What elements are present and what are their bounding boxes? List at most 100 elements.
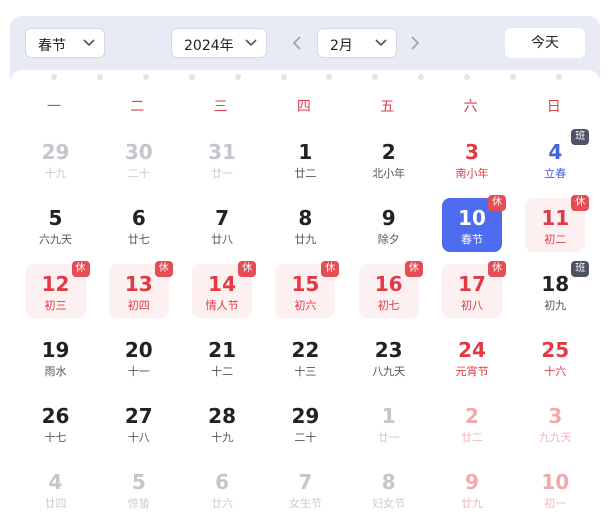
day-cell[interactable]: 31 廿一 xyxy=(192,132,252,186)
lunar-label: 廿一 xyxy=(211,167,234,180)
day-cell[interactable]: 21 十二 xyxy=(192,330,252,384)
binding-ring xyxy=(234,74,241,80)
weekday-label: 三 xyxy=(213,99,228,115)
chevron-down-icon xyxy=(83,39,95,47)
weekday-label: 二 xyxy=(130,99,145,115)
lunar-label: 元宵节 xyxy=(455,365,489,378)
lunar-label: 廿二 xyxy=(294,167,317,180)
day-number: 24 xyxy=(458,338,486,362)
day-cell[interactable]: 18 初九班 xyxy=(525,261,590,318)
lunar-label: 廿二 xyxy=(461,431,483,444)
day-number: 21 xyxy=(208,338,237,362)
day-number: 28 xyxy=(208,404,237,428)
day-cell[interactable]: 7 廿八 xyxy=(192,198,252,252)
day-number: 30 xyxy=(124,140,153,164)
day-number: 7 xyxy=(215,206,230,230)
lunar-label: 春节 xyxy=(461,233,483,246)
lunar-label: 十八 xyxy=(127,431,150,444)
day-cell[interactable]: 24 元宵节 xyxy=(442,330,502,384)
binding-ring xyxy=(96,74,103,80)
lunar-label: 初二 xyxy=(544,233,567,246)
binding-ring xyxy=(326,74,333,80)
day-cell[interactable]: 10 初一 xyxy=(525,462,585,516)
day-number: 8 xyxy=(381,470,396,494)
day-cell[interactable]: 26 十七 xyxy=(26,396,86,450)
rest-day-badge: 休 xyxy=(488,261,506,277)
lunar-label: 初九 xyxy=(544,299,567,312)
day-cell[interactable]: 10 春节休 xyxy=(442,195,506,252)
day-cell[interactable]: 6 廿六 xyxy=(192,462,252,516)
day-cell[interactable]: 9 除夕 xyxy=(359,198,419,252)
weekday-label: 六 xyxy=(463,99,478,115)
day-cell[interactable]: 9 廿九 xyxy=(442,462,502,516)
day-number: 7 xyxy=(298,470,313,494)
lunar-label: 女生节 xyxy=(288,497,322,510)
day-cell[interactable]: 25 十六 xyxy=(525,330,585,384)
day-cell[interactable]: 4 廿四 xyxy=(26,462,86,516)
day-cell[interactable]: 8 妇女节 xyxy=(359,462,419,516)
day-cell[interactable]: 16 初七休 xyxy=(358,261,423,318)
day-cell[interactable]: 20 十一 xyxy=(109,330,169,384)
calendar-toolbar: 春节 2024年 2月 今天 xyxy=(10,16,600,70)
day-cell[interactable]: 13 初四休 xyxy=(108,261,173,318)
binding-ring xyxy=(510,74,516,80)
next-month-icon[interactable] xyxy=(407,34,423,52)
day-cell[interactable]: 7 女生节 xyxy=(275,462,335,516)
day-cell[interactable]: 1 廿二 xyxy=(275,132,335,186)
day-cell[interactable]: 5 惊蛰 xyxy=(109,462,169,516)
today-button[interactable]: 今天 xyxy=(505,28,585,58)
day-cell[interactable]: 17 初八休 xyxy=(442,261,506,318)
day-cell[interactable]: 15 初六休 xyxy=(275,261,340,318)
day-cell[interactable]: 22 十三 xyxy=(275,330,335,384)
lunar-label: 初三 xyxy=(44,299,67,312)
holiday-select[interactable]: 春节 xyxy=(25,28,105,58)
binding-ring xyxy=(142,74,149,80)
day-cell[interactable]: 2 北小年 xyxy=(359,132,419,186)
lunar-label: 十二 xyxy=(211,365,234,378)
day-cell[interactable]: 5 六九天 xyxy=(26,198,86,252)
lunar-label: 廿六 xyxy=(211,497,234,510)
day-cell[interactable]: 1 廿一 xyxy=(359,396,419,450)
rest-day-badge: 休 xyxy=(238,261,257,277)
day-cell[interactable]: 4 立春班 xyxy=(525,129,590,186)
day-number: 9 xyxy=(381,206,396,230)
day-number: 10 xyxy=(541,470,570,494)
lunar-label: 八九天 xyxy=(372,365,406,378)
day-cell[interactable]: 29 二十 xyxy=(275,396,335,450)
weekday-label: 五 xyxy=(380,99,395,115)
day-cell[interactable]: 14 情人节休 xyxy=(192,261,257,318)
day-cell[interactable]: 27 十八 xyxy=(109,396,169,450)
weekday-label: 一 xyxy=(47,99,61,115)
day-cell[interactable]: 6 廿七 xyxy=(109,198,169,252)
year-select[interactable]: 2024年 xyxy=(171,28,267,58)
day-number: 29 xyxy=(291,404,320,428)
day-cell[interactable]: 11 初二休 xyxy=(525,195,590,252)
rest-day-badge: 休 xyxy=(488,195,506,211)
holiday-select-value: 春节 xyxy=(38,38,66,54)
day-number: 2 xyxy=(381,140,396,164)
day-cell[interactable]: 28 十九 xyxy=(192,396,252,450)
day-cell[interactable]: 19 雨水 xyxy=(26,330,86,384)
day-number: 22 xyxy=(291,338,320,362)
month-select[interactable]: 2月 xyxy=(317,28,397,58)
lunar-label: 十三 xyxy=(294,365,317,378)
day-cell[interactable]: 2 廿二 xyxy=(442,396,502,450)
day-cell[interactable]: 23 八九天 xyxy=(359,330,419,384)
day-cell[interactable]: 3 南小年 xyxy=(442,132,502,186)
binding-ring xyxy=(418,74,425,80)
lunar-label: 廿九 xyxy=(461,497,483,510)
day-number: 27 xyxy=(124,404,153,428)
day-cell[interactable]: 30 二十 xyxy=(109,132,169,186)
day-cell[interactable]: 8 廿九 xyxy=(275,198,335,252)
prev-month-icon[interactable] xyxy=(289,34,305,52)
day-number: 25 xyxy=(541,338,570,362)
lunar-label: 二十 xyxy=(127,167,150,180)
day-cell[interactable]: 3 九九天 xyxy=(525,396,585,450)
binding-ring xyxy=(464,74,471,80)
binding-ring xyxy=(372,74,379,80)
day-cell[interactable]: 29 十九 xyxy=(26,132,86,186)
day-number: 19 xyxy=(41,338,70,362)
day-cell[interactable]: 12 初三休 xyxy=(25,261,90,318)
calendar-panel: 一二三四五六日 29 十九 30 二十 31 廿一 1 廿二 2 北小年 3 南小年 4 立春班 5 六九天 6… xyxy=(10,70,600,520)
lunar-label: 九九天 xyxy=(538,431,572,444)
